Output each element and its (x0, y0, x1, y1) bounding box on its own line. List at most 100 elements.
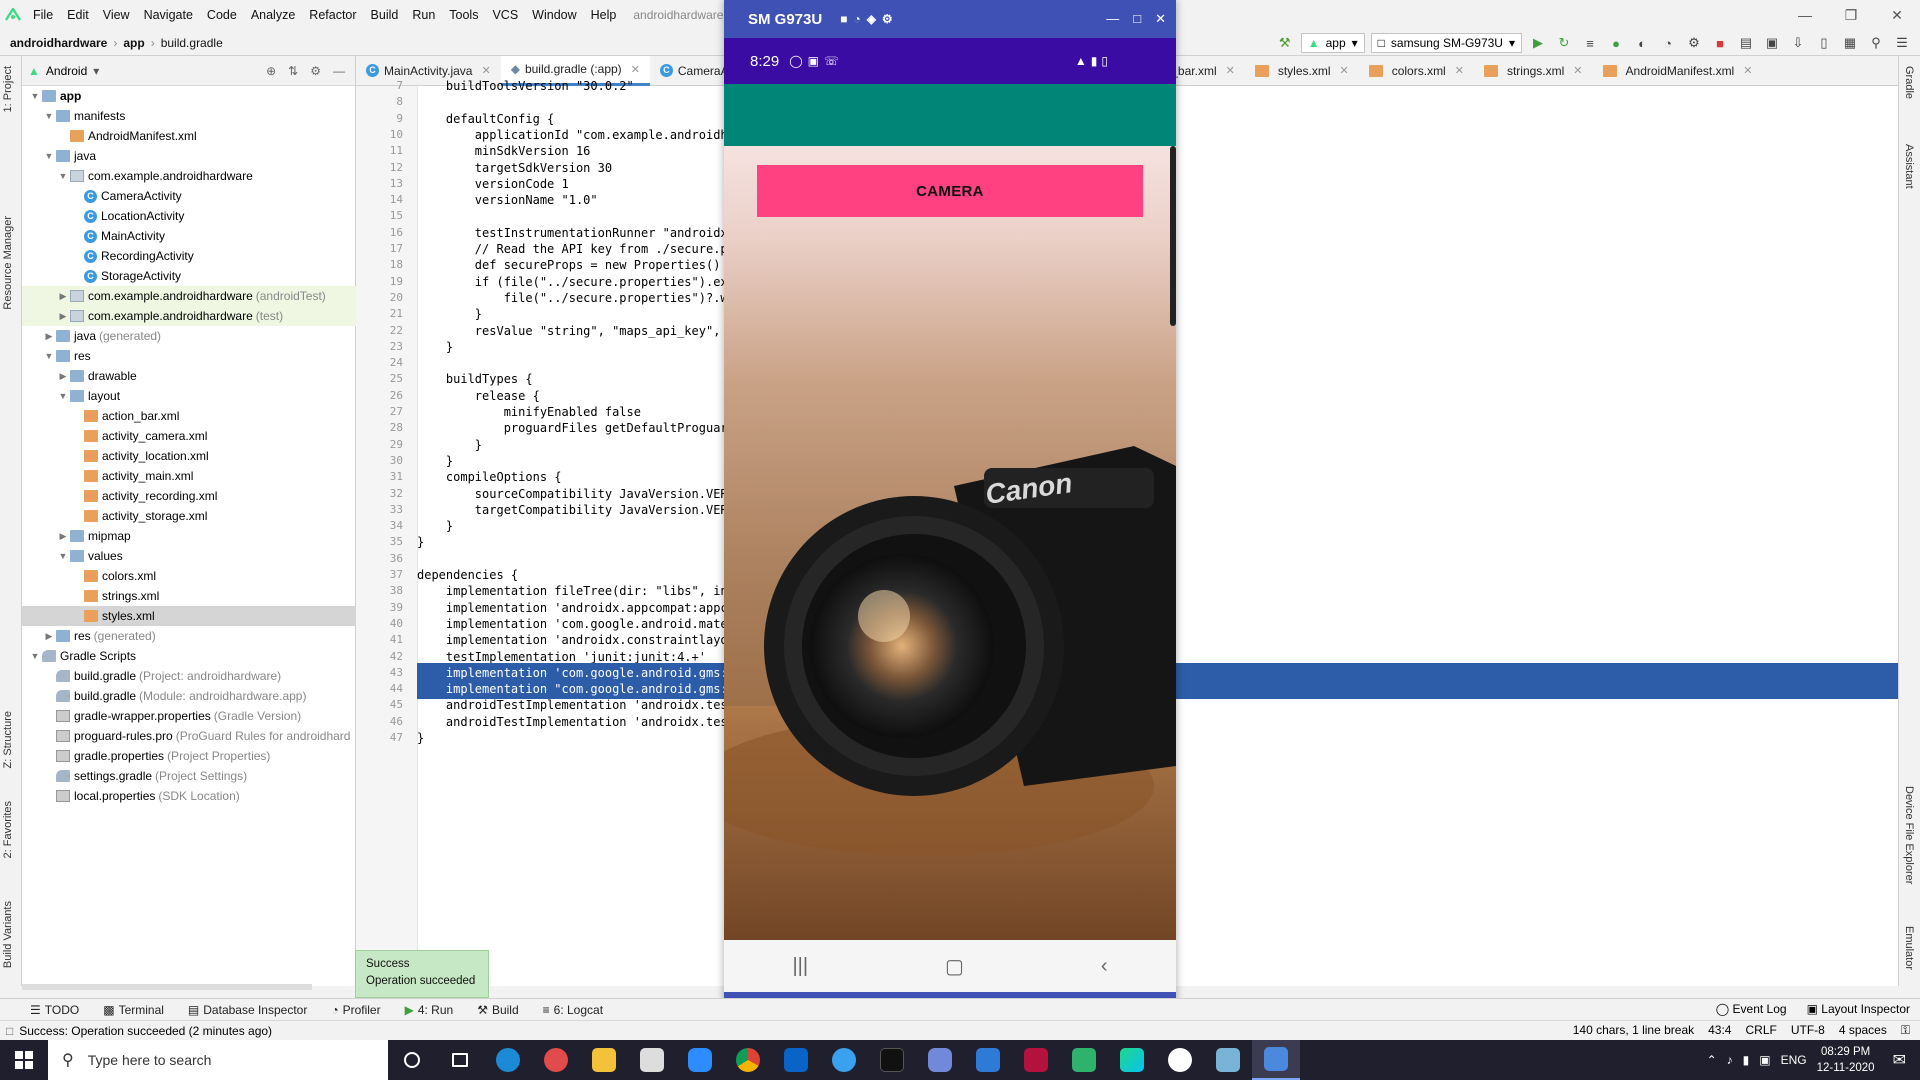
tree-item-gradle-properties[interactable]: gradle.properties (Project Properties) (22, 746, 356, 766)
menu-analyze[interactable]: Analyze (244, 8, 302, 22)
lock-icon[interactable]: ⚿ (1901, 1023, 1910, 1038)
avd-manager-icon[interactable]: ▣ (1762, 33, 1782, 53)
profiler-tool-button[interactable]: ◔ Profiler (319, 1003, 392, 1017)
tree-item-androidmanifest[interactable]: AndroidManifest.xml (22, 126, 356, 146)
menu-view[interactable]: View (96, 8, 137, 22)
webstorm-icon[interactable] (1108, 1040, 1156, 1080)
tree-item-activity-recording-xml[interactable]: activity_recording.xml (22, 486, 356, 506)
database-inspector-button[interactable]: ▤ Database Inspector (176, 1003, 319, 1017)
event-log-button[interactable]: ◯ Event Log (1716, 1002, 1787, 1016)
mail-icon[interactable] (964, 1040, 1012, 1080)
menu-run[interactable]: Run (405, 8, 442, 22)
stop-icon[interactable]: ■ (1710, 33, 1730, 53)
terminal-app-icon[interactable] (1060, 1040, 1108, 1080)
home-icon[interactable]: ▢ (945, 954, 964, 979)
expand-arrow-icon[interactable]: ▶ (42, 631, 56, 642)
debug-icon[interactable]: ● (1606, 33, 1626, 53)
tree-item-build-gradle-module[interactable]: build.gradle (Module: androidhardware.app… (22, 686, 356, 706)
outlook-icon[interactable] (772, 1040, 820, 1080)
camera-button[interactable]: CAMERA (757, 165, 1143, 217)
close-icon[interactable]: ✕ (1155, 11, 1166, 27)
expand-arrow-icon[interactable]: ▼ (28, 651, 42, 661)
profile-icon[interactable]: ◔ (1658, 33, 1678, 53)
back-icon[interactable]: ‹ (1101, 955, 1108, 978)
gradle-tab[interactable]: Gradle (1903, 66, 1915, 99)
logcat-tool-button[interactable]: ≡ 6: Logcat (531, 1003, 615, 1017)
android-studio-icon[interactable] (1204, 1040, 1252, 1080)
tree-item-manifests[interactable]: ▼ manifests (22, 106, 356, 126)
tree-item-layout[interactable]: ▼ layout (22, 386, 356, 406)
tree-item-activity-storage-xml[interactable]: activity_storage.xml (22, 506, 356, 526)
expand-arrow-icon[interactable]: ▼ (56, 391, 70, 401)
horizontal-scrollbar[interactable] (22, 984, 312, 990)
chevron-up-icon[interactable]: ⌃ (1707, 1053, 1717, 1067)
menu-file[interactable]: File (26, 8, 60, 22)
tree-item-java[interactable]: ▼ java (22, 146, 356, 166)
chrome-icon[interactable] (724, 1040, 772, 1080)
task-view-icon[interactable] (436, 1040, 484, 1080)
tree-item-colors-xml[interactable]: colors.xml (22, 566, 356, 586)
hide-icon[interactable]: — (333, 64, 345, 78)
terminal-tool-button[interactable]: ▩ Terminal (91, 1003, 176, 1017)
sdk-manager-icon[interactable]: ⇩ (1788, 33, 1808, 53)
tree-item-gradle-scripts[interactable]: ▼ Gradle Scripts (22, 646, 356, 666)
breadcrumb-module[interactable]: app (117, 36, 150, 50)
coverage-icon[interactable]: ◐ (1632, 33, 1652, 53)
close-icon[interactable]: ✕ (1874, 0, 1920, 30)
expand-arrow-icon[interactable]: ▶ (56, 531, 70, 542)
build-tool-button[interactable]: ⚒ Build (465, 1003, 530, 1017)
maximize-icon[interactable]: □ (1133, 11, 1141, 27)
paint-icon[interactable] (532, 1040, 580, 1080)
volume-icon[interactable]: ♪ (1727, 1053, 1733, 1067)
success-toast[interactable]: Success Operation succeeded (355, 950, 489, 998)
device-manager-icon[interactable]: ▯ (1814, 33, 1834, 53)
expand-arrow-icon[interactable]: ▶ (56, 311, 70, 322)
tree-item-styles-xml[interactable]: styles.xml (22, 606, 356, 626)
expand-arrow-icon[interactable]: ▼ (42, 151, 56, 161)
indent-setting[interactable]: 4 spaces (1839, 1023, 1887, 1037)
menu-vcs[interactable]: VCS (485, 8, 525, 22)
tree-item-activity-camera-xml[interactable]: activity_camera.xml (22, 426, 356, 446)
tree-item-package[interactable]: ▼ com.example.androidhardware (22, 166, 356, 186)
tree-item-gradle-wrapper[interactable]: gradle-wrapper.properties (Gradle Version… (22, 706, 356, 726)
tree-item-values[interactable]: ▼ values (22, 546, 356, 566)
locate-icon[interactable]: ⊕ (266, 64, 276, 78)
run-config-select[interactable]: ▲ app ▾ (1300, 33, 1365, 53)
attach-debugger-icon[interactable]: ⚙ (1684, 33, 1704, 53)
menu-help[interactable]: Help (584, 8, 624, 22)
menu-build[interactable]: Build (364, 8, 406, 22)
apply-code-icon[interactable]: ≡ (1580, 33, 1600, 53)
todo-tool-button[interactable]: ☰ TODO (0, 1003, 91, 1017)
expand-arrow-icon[interactable]: ▼ (28, 91, 42, 101)
clock[interactable]: 08:29 PM 12-11-2020 (1817, 1044, 1875, 1076)
close-tab-icon[interactable]: ✕ (631, 63, 640, 76)
tree-item-locationactivity[interactable]: C LocationActivity (22, 206, 356, 226)
search-icon[interactable]: ⚲ (1866, 33, 1886, 53)
layout-inspector-button[interactable]: ▣ Layout Inspector (1807, 1002, 1910, 1016)
tree-item-proguard-rules[interactable]: proguard-rules.pro (ProGuard Rules for an… (22, 726, 356, 746)
discord-icon[interactable] (916, 1040, 964, 1080)
caret-position[interactable]: 43:4 (1708, 1023, 1731, 1037)
emulator-taskbar-icon[interactable] (1252, 1040, 1300, 1080)
messenger-icon[interactable] (820, 1040, 868, 1080)
tree-item-activity-location-xml[interactable]: activity_location.xml (22, 446, 356, 466)
menu-tools[interactable]: Tools (442, 8, 485, 22)
tree-item-cameraactivity[interactable]: C CameraActivity (22, 186, 356, 206)
menu-navigate[interactable]: Navigate (137, 8, 200, 22)
menu-code[interactable]: Code (200, 8, 244, 22)
vysor-icon[interactable] (1012, 1040, 1060, 1080)
favorites-tab[interactable]: 2: Favorites (2, 801, 14, 858)
tree-item-recordingactivity[interactable]: C RecordingActivity (22, 246, 356, 266)
collapse-all-icon[interactable]: ⇅ (288, 64, 298, 78)
run-icon[interactable]: ▶ (1528, 33, 1548, 53)
menu-window[interactable]: Window (525, 8, 583, 22)
tree-item-strings-xml[interactable]: strings.xml (22, 586, 356, 606)
project-view-select[interactable]: Android (46, 64, 87, 78)
tree-item-action-bar-xml[interactable]: action_bar.xml (22, 406, 356, 426)
tree-item-settings-gradle[interactable]: settings.gradle (Project Settings) (22, 766, 356, 786)
apply-changes-icon[interactable]: ↻ (1554, 33, 1574, 53)
assistant-tab[interactable]: Assistant (1903, 144, 1915, 189)
settings-icon[interactable]: ☰ (1892, 33, 1912, 53)
menu-refactor[interactable]: Refactor (302, 8, 363, 22)
windows-start-icon[interactable] (0, 1040, 48, 1080)
